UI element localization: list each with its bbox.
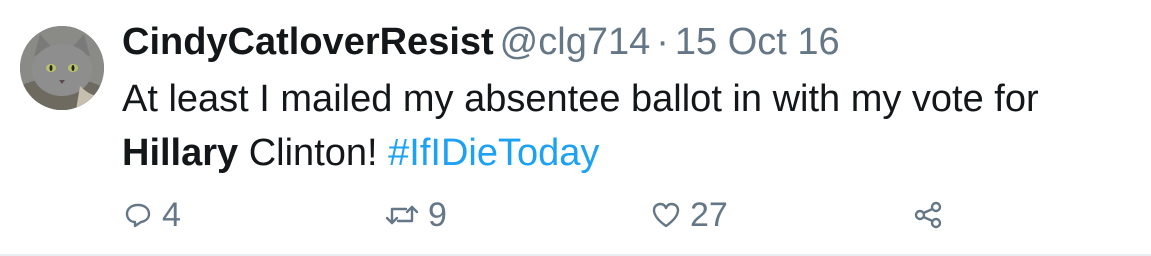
display-name[interactable]: CindyCatloverResist — [122, 21, 494, 63]
separator-dot: · — [656, 21, 669, 63]
like-button[interactable]: 27 — [650, 193, 728, 237]
heart-icon — [650, 199, 682, 231]
like-count: 27 — [690, 195, 728, 234]
tweet-text-bold: Hillary — [122, 132, 239, 174]
reply-icon — [122, 199, 154, 231]
tweet-actions: 4 9 27 — [122, 193, 1022, 237]
tweet-date[interactable]: 15 Oct 16 — [675, 21, 840, 63]
avatar[interactable] — [20, 26, 104, 110]
reply-button[interactable]: 4 — [122, 193, 181, 237]
share-icon — [912, 199, 944, 231]
tweet-card[interactable]: CindyCatloverResist @clg714 · 15 Oct 16 At … — [0, 0, 1151, 256]
retweet-count: 9 — [428, 195, 447, 234]
tweet-text-part2: Clinton! — [238, 132, 389, 174]
retweet-button[interactable]: 9 — [384, 193, 447, 237]
user-handle[interactable]: @clg714 — [500, 21, 651, 63]
share-button[interactable] — [912, 193, 944, 237]
tweet-header: CindyCatloverResist @clg714 · 15 Oct 16 — [122, 18, 840, 66]
tweet-text-part1: At least I mailed my absentee ballot in … — [122, 78, 1039, 120]
reply-count: 4 — [162, 195, 181, 234]
retweet-icon — [384, 199, 420, 231]
cat-avatar-image — [20, 26, 104, 110]
tweet-text: At least I mailed my absentee ballot in … — [122, 72, 1142, 180]
hashtag-link[interactable]: #IfIDieToday — [388, 132, 599, 174]
